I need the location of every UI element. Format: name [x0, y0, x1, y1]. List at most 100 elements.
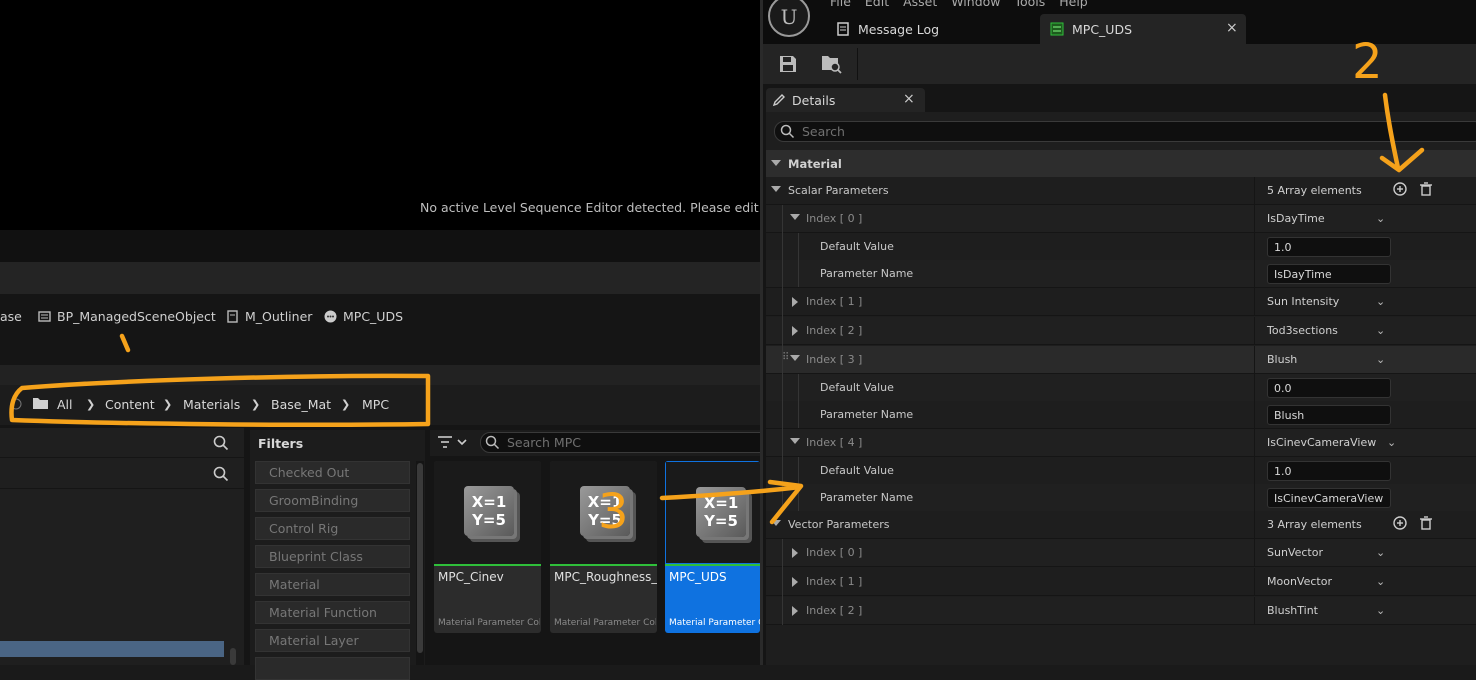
parameter-name-field[interactable]: IsDayTime — [1267, 264, 1391, 284]
favorite-item[interactable]: ase — [0, 309, 22, 324]
default-value-field[interactable]: 1.0 — [1267, 237, 1391, 257]
property-label: Parameter Name — [820, 491, 914, 504]
tab-mpc-uds[interactable]: MPC_UDS × — [1040, 14, 1246, 44]
element-name: IsCinevCameraView — [1267, 436, 1377, 449]
filter-item[interactable] — [255, 657, 410, 680]
parameter-name-field[interactable]: IsCinevCameraView — [1267, 488, 1391, 508]
drag-handle-icon[interactable]: ⠿ — [782, 352, 789, 363]
add-element-icon[interactable] — [1392, 515, 1408, 531]
filter-item[interactable]: Blueprint Class — [255, 545, 410, 568]
tree-guide-line — [798, 374, 799, 428]
breadcrumb: All ❯ Content ❯ Materials ❯ Base_Mat ❯ M… — [0, 385, 760, 425]
chevron-down-icon[interactable]: ⌄ — [1376, 212, 1385, 225]
filter-item[interactable]: Material Function — [255, 601, 410, 624]
asset-search-input[interactable]: Search MPC — [480, 432, 770, 453]
expand-arrow-icon[interactable] — [792, 297, 798, 307]
filter-item[interactable]: Checked Out — [255, 461, 410, 484]
save-icon[interactable] — [779, 55, 797, 73]
close-icon[interactable]: × — [903, 91, 915, 107]
scalar-index-row[interactable]: Index [ 4 ] IsCinevCameraView ⌄ — [766, 429, 1476, 457]
tree-search-row — [0, 459, 244, 489]
main-menu[interactable]: File Edit Asset Window Tools Help — [830, 0, 1088, 9]
mpc-icon — [324, 310, 337, 323]
column-divider — [1254, 233, 1255, 261]
scalar-index-row-hovered[interactable]: ⠿ Index [ 3 ] Blush ⌄ — [766, 346, 1476, 374]
filter-item[interactable]: Control Rig — [255, 517, 410, 540]
chevron-down-icon[interactable]: ⌄ — [1376, 324, 1385, 337]
expand-arrow-icon[interactable] — [792, 577, 798, 587]
trash-icon[interactable] — [1418, 181, 1434, 197]
vector-index-row[interactable]: Index [ 1 ] MoonVector ⌄ — [766, 568, 1476, 596]
chevron-down-icon[interactable]: ⌄ — [1376, 295, 1385, 308]
breadcrumb-item[interactable]: Base_Mat — [271, 397, 331, 412]
asset-type-bar — [550, 564, 657, 566]
parameter-name-field[interactable]: Blush — [1267, 405, 1391, 425]
asset-tile-selected[interactable]: X=1 Y=5 MPC_UDS Material Parameter Co — [665, 461, 760, 633]
collapse-arrow-icon[interactable] — [790, 438, 800, 444]
unreal-logo-icon[interactable]: U — [767, 0, 811, 38]
filter-item[interactable]: Material — [255, 573, 410, 596]
scalar-index-row[interactable]: Index [ 0 ] IsDayTime ⌄ — [766, 205, 1476, 233]
add-element-icon[interactable] — [1392, 181, 1408, 197]
filter-item[interactable]: GroomBinding — [255, 489, 410, 512]
chevron-right-icon[interactable]: ❯ — [86, 398, 95, 411]
tab-details[interactable]: Details × — [766, 88, 925, 112]
index-label: Index [ 1 ] — [806, 295, 863, 308]
collapse-arrow-icon[interactable] — [771, 160, 781, 166]
close-icon[interactable]: × — [1226, 20, 1238, 36]
filters-scrollbar[interactable] — [417, 463, 423, 653]
asset-name: MPC_Roughness_Env — [554, 570, 657, 584]
collapse-arrow-icon[interactable] — [771, 520, 781, 526]
favorite-item[interactable]: M_Outliner — [226, 309, 312, 324]
vector-parameters-row[interactable]: Vector Parameters 3 Array elements — [766, 511, 1476, 539]
chevron-down-icon[interactable]: ⌄ — [1376, 604, 1385, 617]
expand-arrow-icon[interactable] — [792, 326, 798, 336]
trash-icon[interactable] — [1418, 515, 1434, 531]
asset-type: Material Parameter Co — [669, 618, 760, 628]
tree-scrollbar[interactable] — [230, 648, 236, 665]
expand-arrow-icon[interactable] — [792, 606, 798, 616]
search-icon[interactable] — [213, 466, 229, 482]
favorite-label: ase — [0, 309, 22, 324]
breadcrumb-item[interactable]: Content — [105, 397, 155, 412]
chevron-right-icon[interactable]: ❯ — [251, 398, 260, 411]
details-search-input[interactable]: Search — [774, 121, 1476, 142]
browse-asset-icon[interactable] — [821, 53, 843, 75]
favorite-item[interactable]: BP_ManagedSceneObject — [38, 309, 216, 324]
asset-tile[interactable]: X=1 Y=5 MPC_Cinev Material Parameter Col.… — [434, 461, 541, 633]
chevron-down-icon[interactable]: ⌄ — [1376, 546, 1385, 559]
asset-tile[interactable]: X=1Y=5 MPC_Roughness_Env Material Parame… — [550, 461, 657, 633]
default-value-field[interactable]: 1.0 — [1267, 461, 1391, 481]
vector-index-row[interactable]: Index [ 2 ] BlushTint ⌄ — [766, 597, 1476, 625]
tab-label: Message Log — [858, 21, 940, 37]
filter-item[interactable]: Material Layer — [255, 629, 410, 652]
vector-index-row[interactable]: Index [ 0 ] SunVector ⌄ — [766, 539, 1476, 567]
expand-arrow-icon[interactable] — [792, 548, 798, 558]
breadcrumb-item[interactable]: All — [57, 397, 73, 412]
chevron-down-icon[interactable]: ⌄ — [1376, 353, 1385, 366]
chevron-down-icon[interactable]: ⌄ — [1376, 575, 1385, 588]
selected-folder-row[interactable] — [0, 641, 224, 657]
element-name: IsDayTime — [1267, 212, 1325, 225]
category-material[interactable]: Material — [766, 150, 1476, 177]
scalar-index-row[interactable]: Index [ 1 ] Sun Intensity ⌄ — [766, 288, 1476, 316]
collapse-arrow-icon[interactable] — [790, 214, 800, 220]
tab-message-log[interactable]: Message Log — [826, 14, 1036, 44]
collapse-arrow-icon[interactable] — [790, 355, 800, 361]
history-icon[interactable] — [10, 398, 22, 410]
default-value-field[interactable]: 0.0 — [1267, 378, 1391, 398]
breadcrumb-item[interactable]: Materials — [183, 397, 240, 412]
scalar-index-row[interactable]: Index [ 2 ] Tod3sections ⌄ — [766, 317, 1476, 345]
collapse-arrow-icon[interactable] — [771, 186, 781, 192]
breadcrumb-item[interactable]: MPC — [362, 397, 389, 412]
no-sequence-message: No active Level Sequence Editor detected… — [420, 200, 797, 215]
filter-dropdown-icon[interactable] — [437, 435, 469, 449]
chevron-right-icon[interactable]: ❯ — [341, 398, 350, 411]
favorite-label: M_Outliner — [245, 309, 313, 324]
chevron-right-icon[interactable]: ❯ — [163, 398, 172, 411]
chevron-down-icon[interactable]: ⌄ — [1387, 436, 1396, 449]
search-icon[interactable] — [213, 435, 229, 451]
scalar-parameters-row[interactable]: Scalar Parameters 5 Array elements — [766, 177, 1476, 205]
favorite-item[interactable]: MPC_UDS — [324, 309, 403, 324]
favorite-label: MPC_UDS — [343, 309, 404, 324]
